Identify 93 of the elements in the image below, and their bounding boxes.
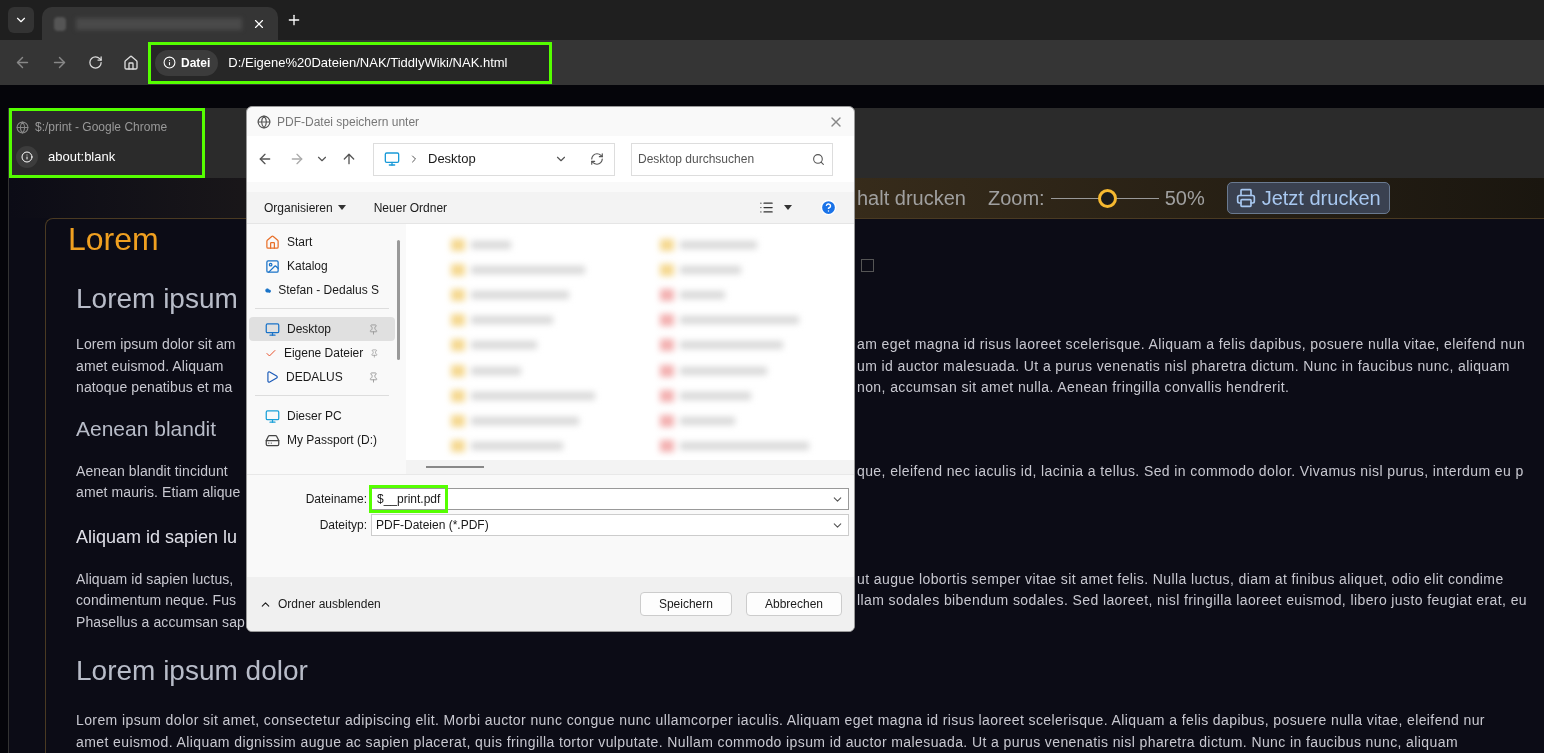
text-line: Lorem ipsum dolor sit amet, consectetur adipiscing elit. Morbi auctor nunc congue nunc ullamcorper iaculis. Aliquam eget magna id risus laoreet scelerisque. Aliquam a felis dapibus, posuere nulla vitae, eleifend nur [76, 712, 1485, 729]
sidebar-item[interactable]: My Passport (D:) [249, 428, 395, 452]
monitor-icon [265, 321, 280, 337]
sidebar-label: Stefan - Dedalus S [278, 282, 379, 299]
address-bar[interactable]: Datei D:/Eigene%20Dateien/NAK/TiddlyWiki/NAK.html [151, 44, 549, 81]
checkbox[interactable] [861, 259, 874, 272]
pin-icon [370, 347, 379, 359]
info-icon [163, 56, 176, 69]
hide-folders-button[interactable]: Ordner ausblenden [259, 595, 381, 613]
heading: Aliquam id sapien lu [76, 526, 238, 549]
text-line: llam sodales bibendum sodales. Sed laoreet, nisl fringilla laoreet euismod, libero justo feugiat erat, eu [857, 591, 1528, 611]
text-line: amet mauris. Etiam alique [76, 484, 241, 501]
toolbar-label: halt drucken [857, 186, 966, 211]
forward-icon[interactable] [51, 54, 68, 71]
text-line: condimentum neque. Fus [76, 592, 237, 609]
sidebar-item[interactable]: Start [249, 230, 395, 254]
sidebar-label: Katalog [287, 258, 328, 275]
url-text: about:blank [48, 148, 116, 167]
search-icon [812, 152, 825, 166]
text-line: Aenean blandit tincidunt [76, 462, 228, 479]
picture-icon [265, 258, 280, 274]
sidebar-item[interactable]: Katalog [249, 254, 395, 278]
filename-value: $__print.pdf [372, 488, 446, 510]
search-field[interactable]: Desktop durchsuchen [631, 142, 833, 176]
help-icon[interactable] [820, 199, 837, 216]
reload-icon[interactable] [88, 55, 103, 70]
dialog-button[interactable]: Speichern [639, 592, 732, 616]
url-text: D:/Eigene%20Dateien/NAK/TiddlyWiki/NAK.html [228, 53, 508, 72]
text-line: Phasellus a accumsan sap [76, 613, 245, 630]
pin-icon [368, 323, 379, 335]
sidebar-label: DEDALUS [286, 369, 343, 386]
zoom-slider[interactable] [1050, 188, 1159, 208]
site-info-chip[interactable]: Datei [155, 49, 219, 76]
sidebar-label: Desktop [287, 321, 332, 338]
drive-icon [265, 432, 280, 448]
sidebar-label: Eigene Dateier [283, 345, 364, 362]
text-line: Aliquam id sapien luctus, [76, 570, 234, 587]
text-line: Lorem ipsum dolor sit am [76, 336, 236, 353]
text-line: natoque penatibus et ma [76, 379, 233, 396]
slider-thumb[interactable] [1097, 188, 1117, 208]
text-line: amet euismod. Aliquam dignissim augue ac sapien placerat, quis fringilla tortor vulputate. Nullam commodo ipsum id auctor malesuada. Ut a purus venenatis nisl pharetra dictum. Nunc in faucibus nunc, aliquam [76, 733, 1458, 750]
text-line: um id auctor malesuada. Ut a purus venenatis nisl pharetra dictum. Nunc in faucibus nunc, aliquam [857, 356, 1510, 376]
sidebar-label: Start [287, 234, 313, 251]
refresh-icon[interactable] [590, 152, 604, 166]
field-label: Dateiname: [304, 491, 367, 508]
pin-icon [368, 371, 379, 383]
card-title: Lorem [68, 220, 159, 259]
back-icon[interactable] [14, 54, 31, 71]
home-icon[interactable] [123, 54, 139, 71]
globe-icon [16, 120, 29, 134]
location-bar[interactable]: Desktop [373, 142, 615, 176]
play-icon [265, 370, 279, 384]
print-button[interactable]: Jetzt drucken [1226, 182, 1390, 214]
location-text: Desktop [428, 150, 477, 169]
zoom-label: Zoom: [987, 186, 1045, 211]
toolbar-button[interactable]: Organisieren [264, 198, 346, 217]
sidebar-item[interactable]: Desktop [249, 317, 395, 341]
monitor-icon [384, 151, 400, 167]
toolbar-button[interactable]: Neuer Ordner [373, 198, 448, 217]
filetype-select[interactable]: PDF-Dateien (*.PDF) [371, 514, 849, 536]
printer-icon [1235, 188, 1256, 208]
text-line: que, eleifend nec iaculis id, lacinia a tellus. Sed in commodo dolor. Vivamus nisl purus, interdum eu p [857, 461, 1524, 481]
text-line: ut augue lobortis semper vitae sit amet felis. Nulla luctus, diam at finibus aliquet, odio elit condime [857, 569, 1504, 589]
filename-field[interactable]: $__print.pdf [371, 488, 849, 510]
dialog-title: PDF-Datei speichern unter [277, 113, 421, 131]
globe-icon [257, 114, 271, 129]
text-line: amet euismod. Aliquam [76, 357, 224, 374]
text-line: non, accumsan sit amet nulla. Aenean fringilla convallis hendrerit. [857, 378, 1290, 398]
caret-icon [337, 205, 346, 210]
back-icon[interactable] [257, 151, 273, 167]
sidebar-label: My Passport (D:) [287, 432, 377, 449]
zoom-reading: 50% [1164, 186, 1205, 211]
sidebar-item[interactable]: Dieser PC [249, 404, 395, 428]
blurred-favicon [54, 16, 66, 31]
view-icon[interactable] [759, 200, 774, 215]
info-icon [21, 151, 33, 163]
new-tab-icon[interactable] [286, 12, 302, 28]
text-line: am eget magna id risus laoreet scelerisque. Aliquam a felis dapibus, posuere nulla vitae, eleifend nun [857, 335, 1526, 355]
heading: Lorem ipsum dolor [76, 654, 308, 688]
sidebar-item[interactable]: Eigene Dateier [249, 341, 395, 365]
field-label: Dateityp: [318, 517, 367, 534]
monitor-icon [265, 408, 280, 424]
dialog-button[interactable]: Abbrechen [745, 592, 842, 616]
caret-icon[interactable] [784, 205, 792, 210]
heading: Aenean blandit [76, 415, 217, 442]
heading: Lorem ipsum [76, 282, 238, 316]
house-icon [265, 234, 280, 250]
sidebar-item[interactable]: Stefan - Dedalus S [249, 278, 395, 302]
window-title: $:/print - Google Chrome [35, 119, 168, 136]
up-icon[interactable] [341, 151, 357, 167]
tab-list-button[interactable] [8, 7, 34, 33]
sidebar-label: Dieser PC [287, 408, 342, 425]
sidebar-item[interactable]: DEDALUS [249, 365, 395, 389]
